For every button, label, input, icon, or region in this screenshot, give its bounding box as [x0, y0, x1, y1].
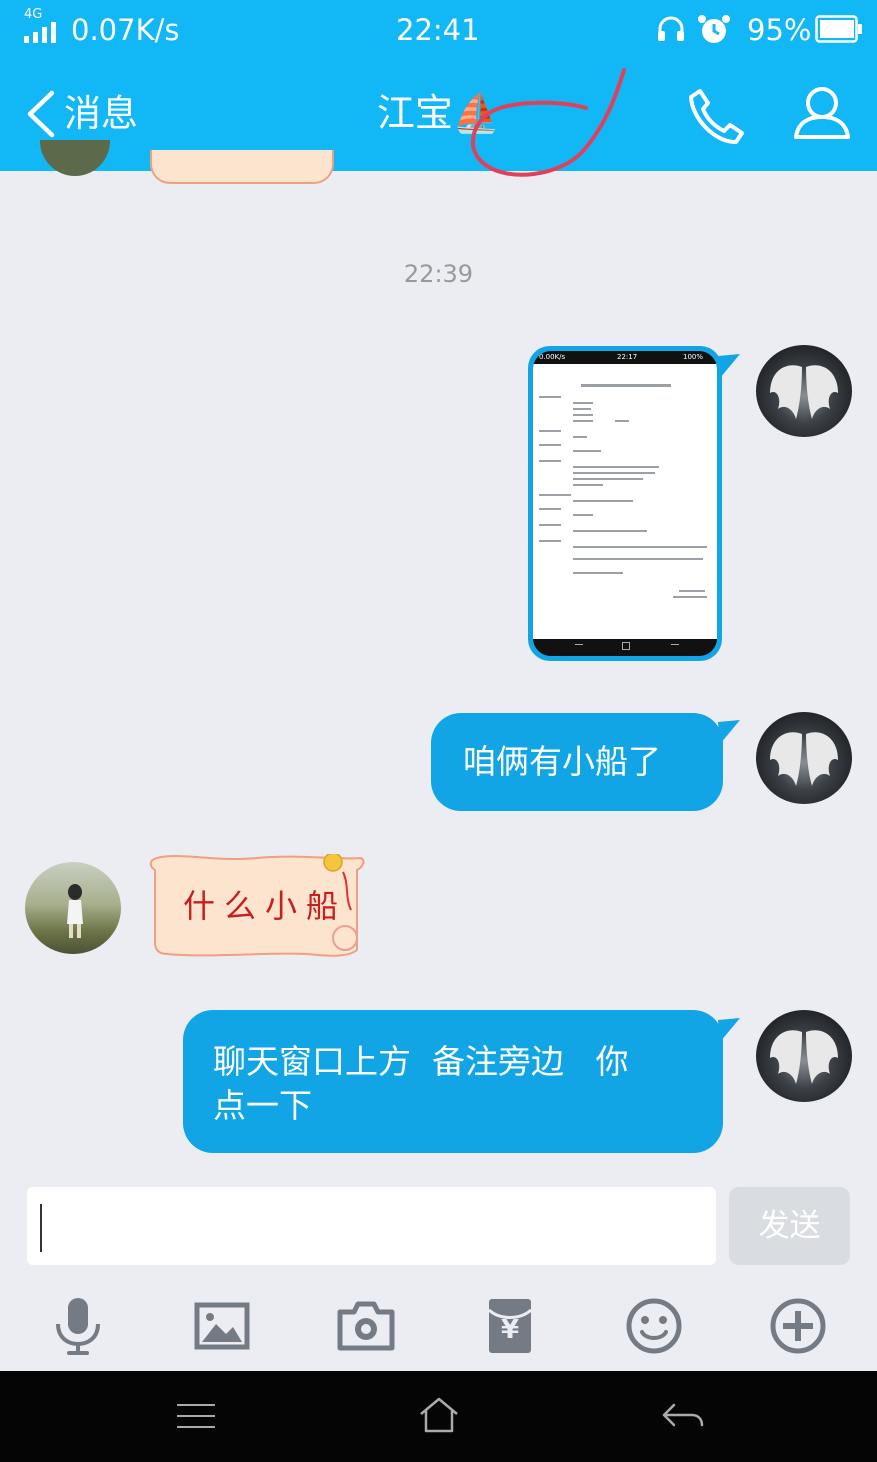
network-speed: 0.07K/s — [71, 13, 180, 47]
screenshot-menu-icon — [575, 644, 583, 645]
image-message[interactable]: 0.00K/s 22:17 100% — [528, 346, 722, 661]
text-message-bubble[interactable]: 聊天窗口上方 备注旁边 你 点一下 — [183, 1010, 723, 1153]
screenshot-battery: 100% — [683, 353, 704, 361]
message-text: 咱俩有小船了 — [463, 742, 661, 781]
plus-icon[interactable] — [768, 1296, 828, 1356]
emoji-icon[interactable] — [624, 1296, 684, 1356]
clock: 22:41 — [396, 13, 480, 47]
home-icon[interactable] — [417, 1396, 461, 1434]
angel-wings-graphic — [770, 1030, 838, 1084]
camera-icon[interactable] — [336, 1296, 396, 1356]
girl-in-field-graphic — [67, 884, 83, 938]
sticker-message[interactable]: 什么小船 — [147, 854, 371, 960]
top-bar: 4G 0.07K/s 22:41 95% 消息 江宝⛵ — [0, 0, 877, 171]
screenshot-nav-bar — [533, 639, 717, 656]
text-cursor — [40, 1204, 42, 1252]
sticker-text: 什么小船 — [183, 887, 348, 925]
screenshot-speed: 0.00K/s — [539, 353, 566, 361]
screenshot-document — [533, 364, 717, 639]
angel-wings-graphic — [770, 732, 838, 786]
back-nav-icon[interactable] — [660, 1401, 706, 1431]
previous-sticker-partial — [150, 150, 334, 184]
red-packet-icon[interactable]: ¥ — [480, 1296, 540, 1356]
text-message-bubble[interactable]: 咱俩有小船了 — [431, 713, 723, 811]
my-avatar[interactable] — [756, 1010, 852, 1102]
document-lines-graphic — [539, 384, 707, 598]
screenshot-time: 22:17 — [617, 353, 638, 361]
microphone-icon[interactable] — [48, 1296, 108, 1356]
my-avatar[interactable] — [756, 345, 852, 437]
contact-avatar[interactable] — [25, 862, 121, 954]
screenshot-phone-frame: 0.00K/s 22:17 100% — [533, 351, 717, 656]
screenshot-home-icon — [622, 642, 630, 650]
bubble-tail — [718, 1018, 740, 1042]
screenshot-status-bar: 0.00K/s 22:17 100% — [533, 351, 717, 363]
screenshot-back-icon — [671, 644, 679, 645]
angel-wings-graphic — [770, 365, 838, 419]
battery-icon — [815, 15, 862, 43]
alarm-icon — [698, 15, 730, 43]
image-bubble-tail — [718, 354, 740, 378]
send-button[interactable]: 发送 — [729, 1187, 850, 1265]
bubble-tail — [718, 720, 740, 744]
message-text-line-2: 点一下 — [213, 1086, 312, 1125]
headset-icon — [658, 16, 684, 41]
image-icon[interactable] — [192, 1296, 252, 1356]
my-avatar[interactable] — [756, 712, 852, 804]
message-input[interactable] — [27, 1187, 716, 1265]
signal-icon — [24, 22, 56, 43]
battery-percent: 95% — [747, 13, 812, 47]
menu-icon[interactable] — [175, 1401, 217, 1431]
chat-timestamp: 22:39 — [403, 260, 474, 288]
system-nav-bar — [0, 1371, 877, 1462]
annotation-circle — [471, 68, 626, 177]
network-type-label: 4G — [24, 7, 43, 22]
message-text-line-1: 聊天窗口上方 备注旁边 你 — [213, 1042, 629, 1081]
contact-profile-icon[interactable] — [792, 86, 852, 140]
phone-call-icon[interactable] — [686, 87, 746, 145]
yuan-symbol: ¥ — [500, 1315, 520, 1345]
